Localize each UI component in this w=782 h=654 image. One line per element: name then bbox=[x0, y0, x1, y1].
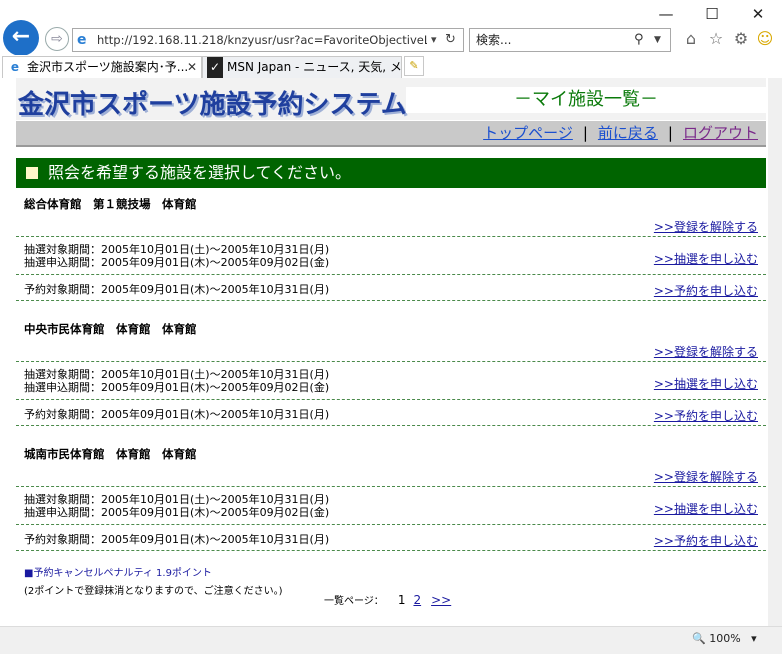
reserve-period: 予約対象期間：2005年09月01日(木)～2005年10月31日(月) bbox=[24, 533, 330, 546]
divider bbox=[16, 486, 766, 487]
smiley-icon[interactable]: ☺ bbox=[755, 29, 775, 49]
page-viewport: 金沢市スポーツ施設予約システム 金沢市スポーツ施設予約システム －マイ施設一覧－… bbox=[0, 78, 782, 626]
refresh-icon[interactable]: ↻ bbox=[445, 29, 456, 51]
facility-name: 城南市民体育館 体育館 体育館 bbox=[24, 447, 197, 461]
zoom-control[interactable]: 🔍 100% ▾ bbox=[692, 632, 757, 645]
gear-icon[interactable]: ⚙ bbox=[731, 29, 751, 49]
unregister-link[interactable]: >>登録を解除する bbox=[654, 218, 758, 235]
back-link[interactable]: 前に戻る bbox=[598, 124, 658, 142]
lottery-link[interactable]: >>抽選を申し込む bbox=[654, 375, 758, 392]
pager-label: 一覧ページ： bbox=[324, 596, 384, 607]
search-input[interactable]: 検索... bbox=[476, 29, 511, 51]
zoom-dropdown-icon[interactable]: ▾ bbox=[751, 632, 757, 645]
reserve-link[interactable]: >>予約を申し込む bbox=[654, 407, 758, 424]
facility-name: 総合体育館 第１競技場 体育館 bbox=[24, 197, 197, 211]
reserve-period: 予約対象期間：2005年09月01日(木)～2005年10月31日(月) bbox=[24, 283, 330, 296]
tab-kanazawa[interactable]: e 金沢市スポーツ施設案内･予... ✕ bbox=[2, 56, 202, 78]
unregister-link[interactable]: >>登録を解除する bbox=[654, 468, 758, 485]
page-next-link[interactable]: >> bbox=[431, 593, 451, 607]
address-url[interactable]: http://192.168.11.218/knzyusr/usr?ac=Fav… bbox=[97, 29, 427, 51]
lottery-apply-period: 抽選申込期間：2005年09月01日(木)～2005年09月02日(金) bbox=[24, 506, 330, 519]
status-bar: 🔍 100% ▾ bbox=[0, 626, 782, 654]
nav-link-bar: トップページ | 前に戻る | ログアウト bbox=[16, 121, 766, 147]
tab-label: MSN Japan - ニュース, 天気, メー... bbox=[227, 60, 402, 74]
search-icon[interactable]: ⚲ bbox=[634, 29, 644, 51]
search-provider-dropdown-icon[interactable]: ▼ bbox=[654, 29, 661, 51]
tab-strip: e 金沢市スポーツ施設案内･予... ✕ ✓ MSN Japan - ニュース, 天… bbox=[0, 55, 782, 78]
maximize-icon[interactable]: ☐ bbox=[700, 4, 724, 24]
close-window-icon[interactable]: ✕ bbox=[746, 4, 770, 24]
lottery-period: 抽選対象期間：2005年10月01日(土)～2005年10月31日(月) bbox=[24, 368, 330, 381]
zoom-icon: 🔍 bbox=[692, 632, 706, 645]
vertical-scrollbar[interactable] bbox=[768, 78, 782, 626]
divider bbox=[16, 300, 766, 301]
search-dropdown-icon[interactable]: ▾ bbox=[431, 29, 437, 51]
top-page-link[interactable]: トップページ bbox=[483, 124, 573, 142]
divider bbox=[16, 425, 766, 426]
page-title: －マイ施設一覧－ bbox=[406, 87, 766, 113]
lottery-link[interactable]: >>抽選を申し込む bbox=[654, 250, 758, 267]
facility-name: 中央市民体育館 体育館 体育館 bbox=[24, 322, 197, 336]
divider bbox=[16, 361, 766, 362]
search-box[interactable]: 検索... ⚲ ▼ bbox=[469, 28, 671, 52]
nav-separator: | bbox=[667, 124, 673, 142]
unregister-link[interactable]: >>登録を解除する bbox=[654, 343, 758, 360]
page-link-2[interactable]: 2 bbox=[413, 593, 421, 607]
star-icon[interactable]: ☆ bbox=[706, 29, 726, 49]
ie-tab-icon: e bbox=[10, 60, 20, 74]
address-bar[interactable]: e http://192.168.11.218/knzyusr/usr?ac=F… bbox=[72, 28, 464, 52]
home-icon[interactable]: ⌂ bbox=[681, 29, 701, 49]
nav-separator: | bbox=[582, 124, 588, 142]
pagination: 一覧ページ： 1 2 >> bbox=[324, 592, 461, 607]
logout-link[interactable]: ログアウト bbox=[683, 124, 758, 142]
divider bbox=[16, 399, 766, 400]
zoom-level: 100% bbox=[709, 632, 741, 645]
forward-arrow-icon[interactable]: ⇨ bbox=[45, 27, 69, 51]
instruction-bar: 照会を希望する施設を選択してください。 bbox=[16, 158, 766, 188]
reserve-period: 予約対象期間：2005年09月01日(木)～2005年10月31日(月) bbox=[24, 408, 330, 421]
tab-label: 金沢市スポーツ施設案内･予... bbox=[27, 60, 189, 74]
square-bullet-icon bbox=[26, 167, 38, 179]
page-current: 1 bbox=[397, 593, 406, 607]
back-arrow-icon[interactable]: ← bbox=[3, 20, 39, 56]
lottery-apply-period: 抽選申込期間：2005年09月01日(木)～2005年09月02日(金) bbox=[24, 381, 330, 394]
reserve-link[interactable]: >>予約を申し込む bbox=[654, 532, 758, 549]
lottery-apply-period: 抽選申込期間：2005年09月01日(木)～2005年09月02日(金) bbox=[24, 256, 330, 269]
lottery-period: 抽選対象期間：2005年10月01日(土)～2005年10月31日(月) bbox=[24, 243, 330, 256]
ie-page-icon: e bbox=[77, 32, 87, 48]
instruction-text: 照会を希望する施設を選択してください。 bbox=[48, 163, 352, 182]
msn-icon: ✓ bbox=[207, 57, 223, 78]
close-tab-icon[interactable]: ✕ bbox=[187, 57, 197, 78]
divider bbox=[16, 524, 766, 525]
divider bbox=[16, 274, 766, 275]
penalty-note: (2ポイントで登録抹消となりますので、ご注意ください。) bbox=[24, 586, 283, 597]
penalty-text: ■予約キャンセルペナルティ 1.9ポイント bbox=[24, 568, 212, 579]
tab-msn[interactable]: ✓ MSN Japan - ニュース, 天気, メー... bbox=[202, 56, 402, 78]
new-tab-icon[interactable]: ✎ bbox=[404, 56, 424, 76]
window-titlebar: — ☐ ✕ bbox=[0, 0, 782, 26]
lottery-link[interactable]: >>抽選を申し込む bbox=[654, 500, 758, 517]
divider bbox=[16, 236, 766, 237]
lottery-period: 抽選対象期間：2005年10月01日(土)～2005年10月31日(月) bbox=[24, 493, 330, 506]
site-logo: 金沢市スポーツ施設予約システム bbox=[18, 90, 407, 120]
divider bbox=[16, 550, 766, 551]
header-band: 金沢市スポーツ施設予約システム 金沢市スポーツ施設予約システム －マイ施設一覧－ bbox=[16, 78, 766, 122]
reserve-link[interactable]: >>予約を申し込む bbox=[654, 282, 758, 299]
minimize-icon[interactable]: — bbox=[654, 4, 678, 24]
